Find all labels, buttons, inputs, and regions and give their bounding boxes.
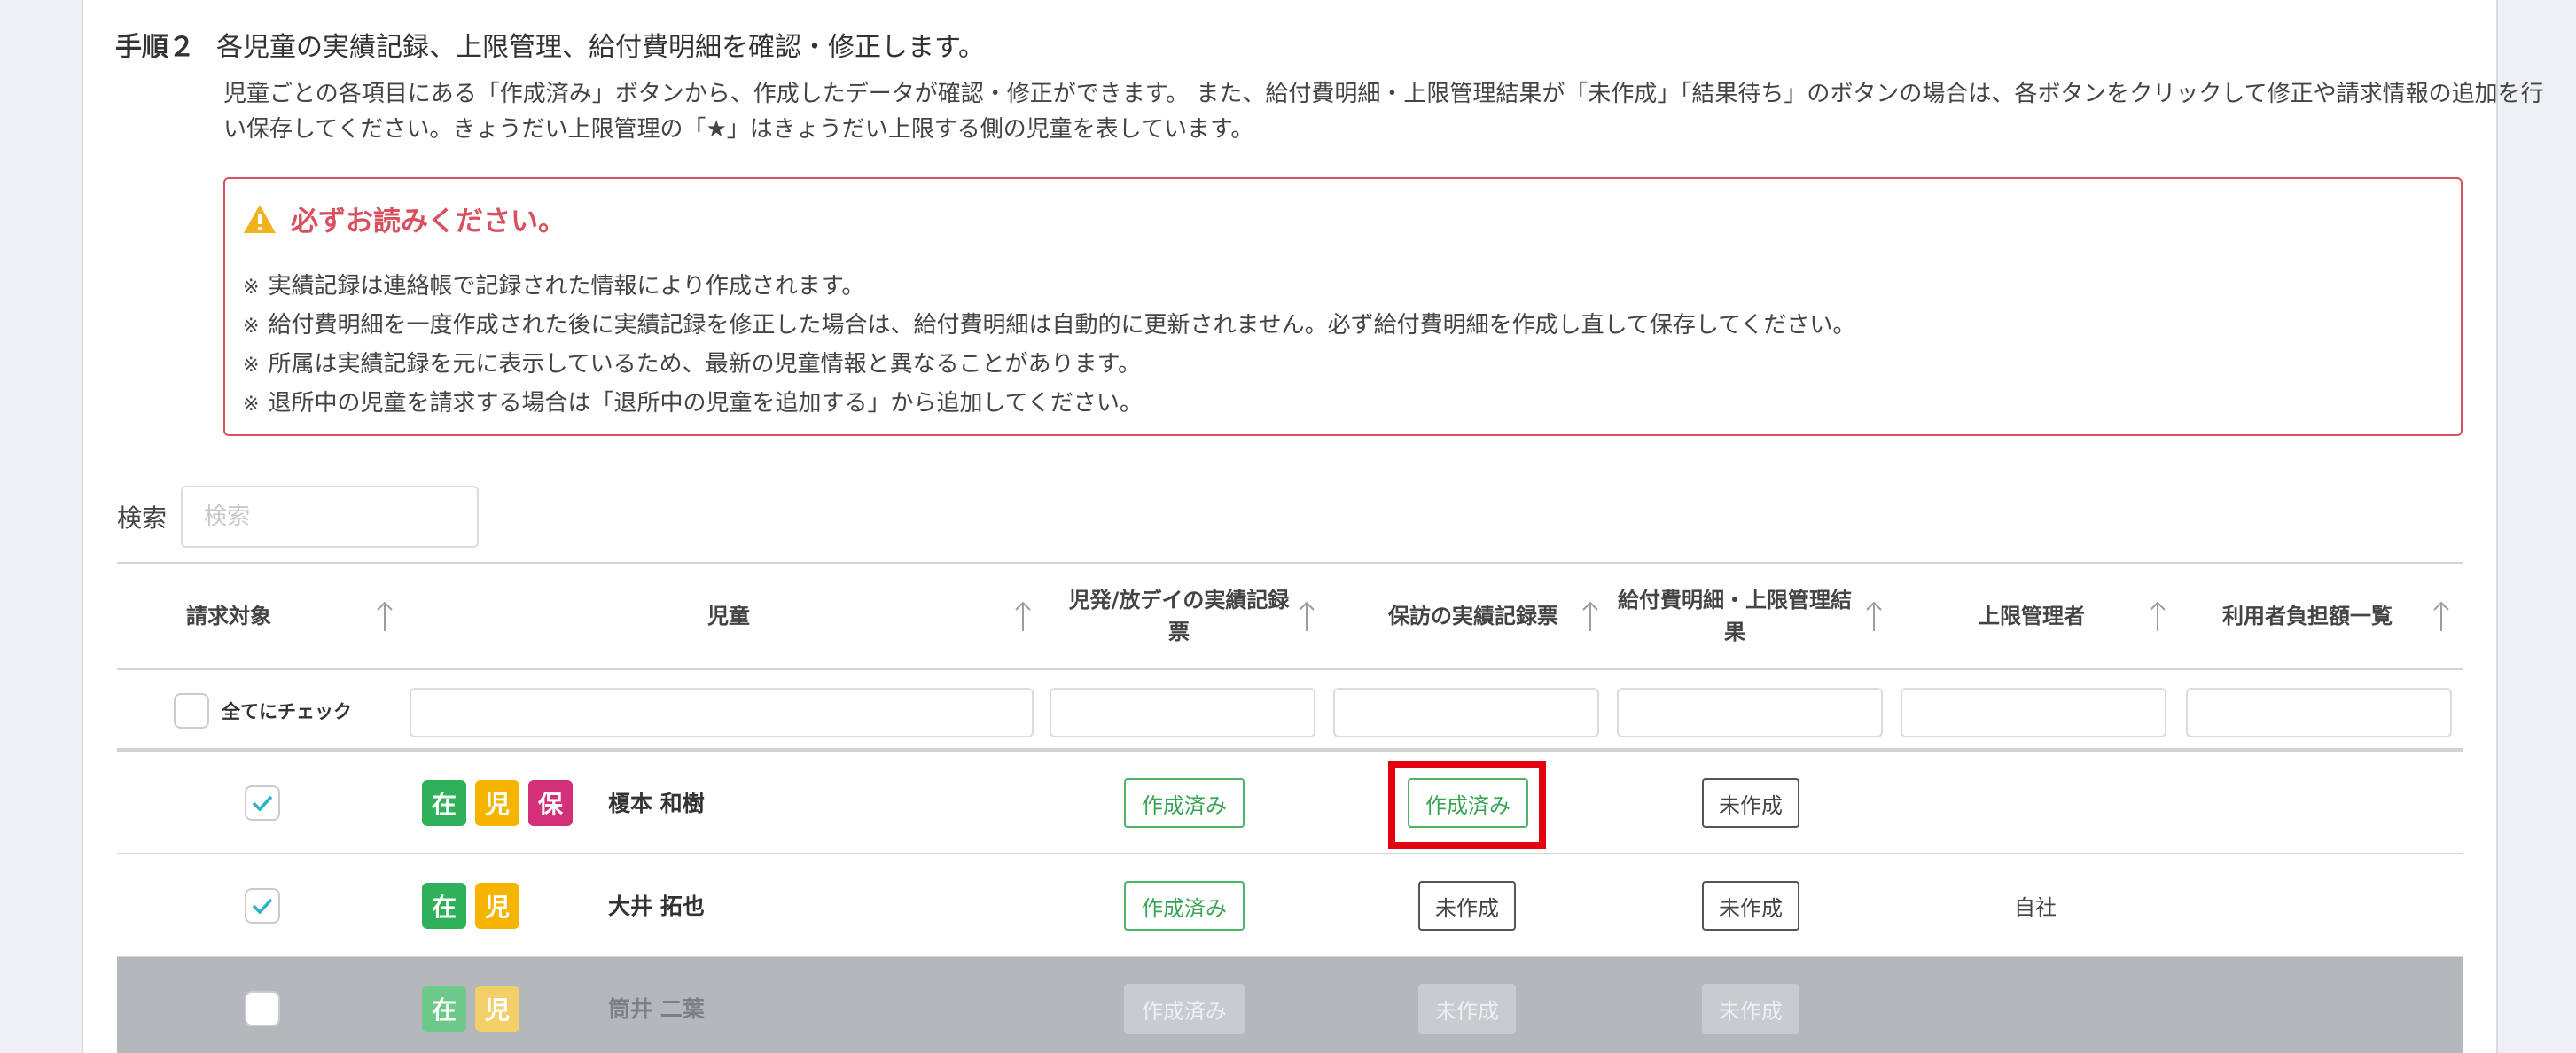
child-name: 大井 拓也 — [608, 893, 705, 919]
notice-item: ※ 給付費明細を一度作成された後に実績記録を修正した場合は、給付費明細は自動的に更… — [243, 312, 1856, 339]
filter-benefit-input[interactable] — [1617, 688, 1883, 737]
visit-button[interactable]: 未作成 — [1418, 984, 1516, 1034]
step-label: 手順２ — [115, 32, 195, 63]
notice-list: ※ 実績記録は連絡帳で記録された情報により作成されます。 ※ 給付費明細を一度作成さ… — [243, 268, 1855, 424]
search-label: 検索 — [117, 503, 168, 533]
limit-manager: 自社 — [2014, 894, 2057, 920]
step-title: 各児童の実績記録、上限管理、給付費明細を確認・修正します。 — [216, 32, 985, 63]
step-section: 手順２ 各児童の実績記録、上限管理、給付費明細を確認・修正します。 児童ごとの各… — [115, 25, 2544, 143]
sort-icon[interactable] — [1865, 601, 1883, 633]
record-button[interactable]: 作成済み — [1124, 778, 1245, 828]
notice-header: 必ずお読みください。 — [243, 199, 566, 238]
sort-icon[interactable] — [1298, 601, 1315, 633]
step-heading: 手順２ 各児童の実績記録、上限管理、給付費明細を確認・修正します。 — [115, 25, 2455, 64]
child-name: 筒井 二葉 — [608, 996, 705, 1022]
child-name: 榎本 和樹 — [608, 791, 705, 816]
status-badges: 在 児 — [422, 883, 519, 929]
header-billing: 請求対象 — [186, 604, 271, 628]
notice-title: 必ずお読みください。 — [291, 206, 566, 238]
header-visit: 保訪の実績記録票 — [1388, 604, 1558, 628]
filter-burden-input[interactable] — [2186, 688, 2452, 737]
warning-icon — [244, 204, 276, 233]
header-burden: 利用者負担額一覧 — [2222, 604, 2393, 628]
status-badge: 児 — [475, 986, 519, 1032]
notice-item: ※ 所属は実績記録を元に表示しているため、最新の児童情報と異なることがあります。 — [243, 351, 1142, 378]
filter-child-input[interactable] — [410, 688, 1034, 737]
table-header: 請求対象 児童 児発/放デイの実績記録票 保訪の実績記録票 給付費明細・上限管理… — [117, 562, 2463, 670]
header-child: 児童 — [707, 604, 750, 628]
sort-icon[interactable] — [376, 601, 394, 633]
check-icon — [252, 898, 273, 915]
children-table: 請求対象 児童 児発/放デイの実績記録票 保訪の実績記録票 給付費明細・上限管理… — [117, 562, 2463, 1053]
check-all[interactable]: 全てにチェック — [174, 693, 352, 729]
sort-icon[interactable] — [2149, 601, 2166, 633]
visit-button[interactable]: 未作成 — [1418, 881, 1516, 931]
header-record: 児発/放デイの実績記録票 — [1068, 588, 1290, 644]
status-badge: 在 — [422, 780, 466, 826]
status-badges: 在 児 保 — [422, 780, 573, 826]
benefit-button[interactable]: 未作成 — [1702, 778, 1799, 828]
notice-item: ※ 退所中の児童を請求する場合は「退所中の児童を追加する」から追加してください。 — [243, 390, 1143, 417]
table-row: 在 児 筒井 二葉 作成済み 未作成 未作成 — [117, 957, 2463, 1053]
record-button[interactable]: 作成済み — [1124, 984, 1245, 1034]
record-button[interactable]: 作成済み — [1124, 881, 1245, 931]
status-badges: 在 児 — [422, 986, 519, 1032]
status-badge: 保 — [528, 780, 573, 826]
header-limit-manager: 上限管理者 — [1979, 604, 2085, 628]
notice-item: ※ 実績記録は連絡帳で記録された情報により作成されます。 — [243, 273, 865, 300]
notice-box: 必ずお読みください。 ※ 実績記録は連絡帳で記録された情報により作成されます。 ※… — [223, 177, 2463, 436]
highlight-box — [1388, 760, 1546, 849]
filter-record-input[interactable] — [1050, 688, 1315, 737]
check-all-checkbox[interactable] — [174, 693, 209, 729]
step-description: 児童ごとの各項目にある「作成済み」ボタンから、作成したデータが確認・修正ができま… — [223, 81, 2544, 143]
status-badge: 児 — [475, 780, 519, 826]
filter-row: 全てにチェック — [117, 670, 2463, 752]
benefit-button[interactable]: 未作成 — [1702, 984, 1799, 1034]
header-benefit: 給付費明細・上限管理結果 — [1618, 588, 1852, 644]
check-icon — [252, 795, 273, 812]
sort-icon[interactable] — [1581, 601, 1599, 633]
filter-visit-input[interactable] — [1333, 688, 1599, 737]
sort-icon[interactable] — [1014, 601, 1032, 633]
filter-limit-manager-input[interactable] — [1901, 688, 2166, 737]
row-checkbox[interactable] — [245, 785, 280, 821]
search-input[interactable] — [181, 486, 480, 548]
status-badge: 在 — [422, 986, 466, 1032]
search-bar: 検索 — [117, 486, 480, 548]
status-badge: 在 — [422, 883, 466, 929]
status-badge: 児 — [475, 883, 519, 929]
row-checkbox[interactable] — [245, 888, 280, 924]
row-checkbox[interactable] — [245, 991, 280, 1026]
table-row: 在 児 大井 拓也 作成済み 未作成 未作成 自社 — [117, 854, 2463, 957]
benefit-button[interactable]: 未作成 — [1702, 881, 1799, 931]
table-row: 在 児 保 榎本 和樹 作成済み 作成済み 未作成 — [117, 752, 2463, 854]
sort-icon[interactable] — [2432, 601, 2450, 633]
check-all-label: 全てにチェック — [222, 701, 352, 722]
